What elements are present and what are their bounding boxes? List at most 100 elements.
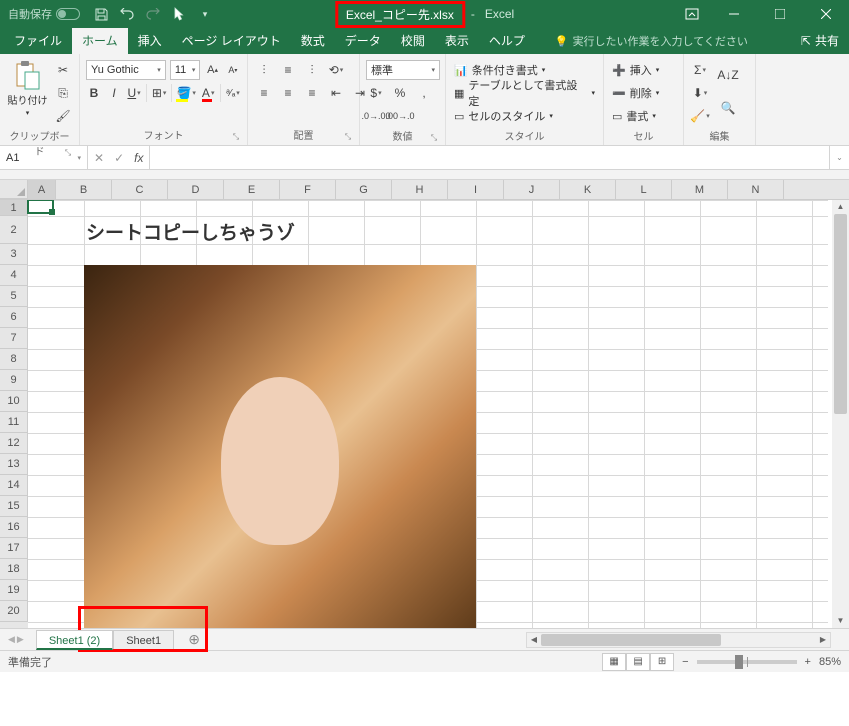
enter-formula-icon[interactable]: ✓ [114,151,124,165]
zoom-thumb-icon[interactable] [735,655,743,669]
scroll-right-icon[interactable]: ▶ [816,633,830,647]
minimize-button[interactable] [711,0,757,28]
delete-cells-button[interactable]: ➖削除 ▾ [610,83,661,103]
scroll-up-icon[interactable]: ▲ [832,200,849,214]
row-header-11[interactable]: 11 [0,412,28,433]
sheet-tab-other[interactable]: Sheet1 [113,630,174,650]
row-header-5[interactable]: 5 [0,286,28,307]
hscroll-thumb[interactable] [541,634,721,646]
sort-filter-button[interactable]: A↓Z [718,60,738,90]
dialog-launcher-icon[interactable]: ⤡ [343,132,353,142]
row-header-1[interactable]: 1 [0,200,28,216]
format-as-table-button[interactable]: ▦テーブルとして書式設定 ▾ [452,83,597,103]
tab-view[interactable]: 表示 [435,28,479,54]
col-header-m[interactable]: M [672,180,728,199]
col-header-c[interactable]: C [112,180,168,199]
orientation-button[interactable]: ⟲ [326,60,346,80]
zoom-in-button[interactable]: + [805,656,811,668]
row-header-17[interactable]: 17 [0,538,28,559]
align-top-button[interactable]: ⫶ [254,60,274,80]
cells-area[interactable]: シートコピーしちゃうゾ [28,200,849,628]
row-header-19[interactable]: 19 [0,580,28,601]
tab-file[interactable]: ファイル [4,28,72,54]
decrease-indent-button[interactable]: ⇤ [326,83,346,103]
borders-button[interactable]: ⊞ [151,83,168,103]
normal-view-button[interactable]: ▦ [602,653,626,671]
col-header-h[interactable]: H [392,180,448,199]
fx-icon[interactable]: fx [134,151,143,165]
row-header-4[interactable]: 4 [0,265,28,286]
save-icon[interactable] [94,7,108,21]
col-header-f[interactable]: F [280,180,336,199]
scroll-down-icon[interactable]: ▼ [832,614,849,628]
dialog-launcher-icon[interactable]: ⤡ [429,133,439,143]
col-header-j[interactable]: J [504,180,560,199]
qat-customize-icon[interactable]: ▾ [198,7,212,21]
zoom-out-button[interactable]: − [682,656,688,668]
accounting-format-button[interactable]: $ [366,83,386,103]
cancel-formula-icon[interactable]: ✕ [94,151,104,165]
col-header-n[interactable]: N [728,180,784,199]
tell-me-search[interactable]: 💡 実行したい作業を入力してください [555,33,748,54]
col-header-e[interactable]: E [224,180,280,199]
underline-button[interactable]: U [126,83,142,103]
vertical-scrollbar[interactable]: ▲ ▼ [832,200,849,628]
col-header-i[interactable]: I [448,180,504,199]
new-sheet-button[interactable]: ⊕ [182,631,206,648]
expand-formula-bar[interactable]: ⌄ [829,146,849,169]
row-header-12[interactable]: 12 [0,433,28,454]
row-header-7[interactable]: 7 [0,328,28,349]
font-size-combo[interactable]: 11▾ [170,60,201,80]
autosave-toggle[interactable]: 自動保存 [8,6,80,22]
row-header-14[interactable]: 14 [0,475,28,496]
row-header-2[interactable]: 2 [0,216,28,244]
row-header-18[interactable]: 18 [0,559,28,580]
ribbon-display-options[interactable] [685,8,699,20]
paste-button[interactable]: 貼り付け ▾ [6,60,49,117]
increase-decimal-button[interactable]: .0→.00 [366,106,386,126]
phonetic-button[interactable]: ᵃ⁄ₐ [225,83,241,103]
embedded-image[interactable] [84,265,476,628]
zoom-slider[interactable] [697,660,797,664]
tab-formulas[interactable]: 数式 [291,28,335,54]
format-cells-button[interactable]: ▭書式 ▾ [610,106,661,126]
row-header-9[interactable]: 9 [0,370,28,391]
tab-help[interactable]: ヘルプ [479,28,535,54]
tab-page-layout[interactable]: ページ レイアウト [172,28,291,54]
increase-font-button[interactable]: A▴ [204,60,220,80]
fill-button[interactable]: ⬇ [690,83,710,103]
close-button[interactable] [803,0,849,28]
col-header-g[interactable]: G [336,180,392,199]
align-right-button[interactable]: ≡ [302,83,322,103]
row-header-10[interactable]: 10 [0,391,28,412]
page-layout-view-button[interactable]: ▤ [626,653,650,671]
bold-button[interactable]: B [86,83,102,103]
prev-sheet-icon[interactable]: ◀ [8,634,15,645]
dialog-launcher-icon[interactable]: ⤡ [231,132,241,142]
autosave-switch-icon[interactable] [56,8,80,20]
font-name-combo[interactable]: Yu Gothic▾ [86,60,166,80]
horizontal-scrollbar[interactable]: ◀ ▶ [526,632,831,648]
comma-format-button[interactable]: , [414,83,434,103]
scroll-thumb[interactable] [834,214,847,414]
decrease-decimal-button[interactable]: .00→.0 [390,106,410,126]
clear-button[interactable]: 🧹 [690,106,710,126]
col-header-k[interactable]: K [560,180,616,199]
align-center-button[interactable]: ≡ [278,83,298,103]
select-all-button[interactable] [0,180,28,199]
col-header-b[interactable]: B [56,180,112,199]
tab-insert[interactable]: 挿入 [128,28,172,54]
format-painter-button[interactable]: 🖌 [53,106,73,126]
row-header-3[interactable]: 3 [0,244,28,265]
share-button[interactable]: ⇱ 共有 [801,32,839,49]
tab-data[interactable]: データ [335,28,391,54]
align-middle-button[interactable]: ≡ [278,60,298,80]
next-sheet-icon[interactable]: ▶ [17,634,24,645]
align-left-button[interactable]: ≡ [254,83,274,103]
row-header-8[interactable]: 8 [0,349,28,370]
page-break-view-button[interactable]: ⊞ [650,653,674,671]
decrease-font-button[interactable]: A▾ [225,60,241,80]
row-header-15[interactable]: 15 [0,496,28,517]
tab-review[interactable]: 校閲 [391,28,435,54]
autosum-button[interactable]: Σ [690,60,710,80]
